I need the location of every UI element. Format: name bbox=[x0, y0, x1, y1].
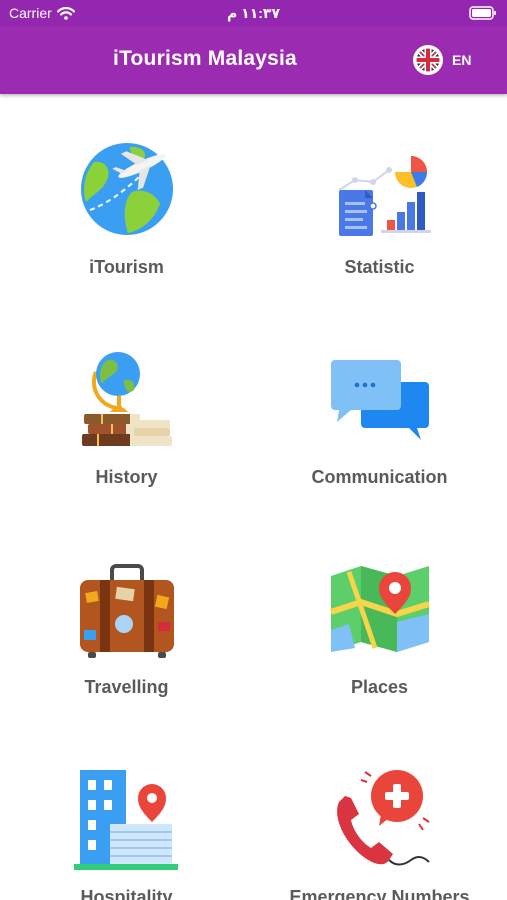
menu-item-label: iTourism bbox=[89, 257, 164, 277]
menu-item-label: Communication bbox=[311, 467, 448, 487]
menu-item-label: Hospitality bbox=[80, 887, 173, 900]
page-title: iTourism Malaysia bbox=[113, 47, 297, 70]
menu-item-label: History bbox=[95, 467, 158, 487]
menu-item-label: Places bbox=[350, 677, 409, 697]
hotel-location-icon bbox=[74, 770, 178, 870]
statistics-chart-icon bbox=[338, 156, 431, 236]
app-bar: iTourism Malaysia EN bbox=[0, 26, 507, 94]
status-bar: Carrier ١١:٣٧ م bbox=[0, 0, 507, 26]
menu-item-hospitality[interactable]: Hospitality bbox=[0, 724, 253, 900]
menu-item-itourism[interactable]: iTourism bbox=[0, 94, 253, 304]
suitcase-icon bbox=[80, 564, 174, 658]
language-switcher[interactable]: EN bbox=[413, 45, 471, 75]
menu-item-places[interactable]: Places bbox=[253, 514, 506, 724]
globe-airplane-icon bbox=[81, 143, 173, 235]
menu-item-label: Travelling bbox=[84, 677, 169, 697]
menu-item-emergency-numbers[interactable]: Emergency Numbers bbox=[253, 724, 506, 900]
battery-icon bbox=[469, 6, 496, 20]
globe-books-icon bbox=[82, 352, 172, 446]
uk-flag-icon bbox=[413, 45, 443, 75]
menu-item-travelling[interactable]: Travelling bbox=[0, 514, 253, 724]
chat-bubbles-icon bbox=[331, 360, 429, 440]
menu-item-statistic[interactable]: Statistic bbox=[253, 94, 506, 304]
clock: ١١:٣٧ م bbox=[227, 5, 280, 21]
emergency-phone-icon bbox=[337, 770, 430, 866]
menu-item-label: Statistic bbox=[344, 257, 415, 277]
language-code: EN bbox=[452, 52, 472, 68]
map-pin-icon bbox=[330, 566, 430, 652]
menu-item-communication[interactable]: Communication bbox=[253, 304, 506, 514]
menu-item-label: Emergency Numbers bbox=[289, 887, 470, 900]
menu-item-history[interactable]: History bbox=[0, 304, 253, 514]
